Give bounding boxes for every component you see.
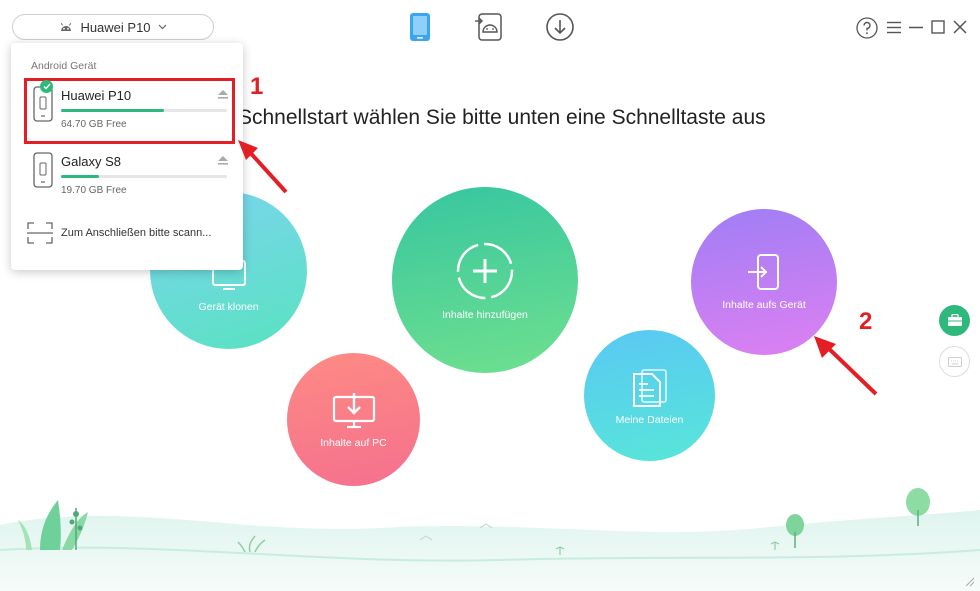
add-content-button[interactable]: Inhalte hinzufügen	[392, 187, 578, 373]
clone-device-label: Gerät klonen	[198, 300, 259, 313]
eject-icon[interactable]	[218, 156, 228, 165]
device-item-galaxy-s8[interactable]: Galaxy S8 19.70 GB Free	[27, 147, 232, 207]
add-content-label: Inhalte hinzufügen	[442, 309, 528, 321]
android-transfer-icon[interactable]	[474, 12, 506, 42]
connected-check-icon	[40, 80, 53, 93]
close-icon[interactable]	[953, 20, 967, 34]
scan-icon	[27, 222, 53, 244]
landscape-illustration	[0, 488, 980, 591]
storage-bar	[61, 175, 227, 178]
storage-bar	[61, 109, 227, 112]
to-device-icon	[748, 254, 779, 290]
selected-device-name: Huawei P10	[80, 19, 151, 35]
device-selector[interactable]: Huawei P10	[12, 14, 214, 40]
add-content-icon	[456, 242, 514, 300]
storage-bar-fill	[61, 109, 164, 112]
step-number-2: 2	[859, 308, 873, 335]
storage-bar-fill	[61, 175, 100, 178]
toolbox-icon	[947, 314, 962, 326]
content-to-pc-button[interactable]: Inhalte auf PC	[287, 353, 420, 486]
content-to-device-label: Inhalte aufs Gerät	[722, 299, 806, 311]
scan-to-connect[interactable]: Zum Anschließen bitte scann...	[27, 220, 232, 246]
download-icon[interactable]	[545, 12, 575, 42]
eject-icon[interactable]	[218, 90, 228, 99]
keyboard-icon	[947, 356, 962, 367]
dropdown-heading: Android Gerät	[31, 60, 97, 72]
scan-label: Zum Anschließen bitte scann...	[61, 227, 212, 239]
my-files-button[interactable]: Meine Dateien	[584, 330, 715, 461]
chevron-down-icon	[158, 24, 166, 30]
device-item-huawei-p10[interactable]: Huawei P10 64.70 GB Free	[24, 78, 235, 144]
maximize-icon[interactable]	[931, 20, 945, 34]
page-title: Schnellstart wählen Sie bitte unten eine…	[238, 106, 766, 129]
device-name: Galaxy S8	[61, 154, 121, 169]
toolbox-button[interactable]	[939, 305, 970, 336]
arrow-1-icon	[238, 140, 288, 194]
keyboard-button[interactable]	[939, 346, 970, 377]
android-icon	[61, 22, 72, 31]
phone-icon[interactable]	[409, 12, 431, 42]
free-space: 19.70 GB Free	[61, 185, 127, 196]
minimize-icon[interactable]	[909, 21, 923, 34]
free-space: 64.70 GB Free	[61, 119, 127, 130]
device-dropdown: Android Gerät Huawei P10 64.70 GB Free G…	[11, 43, 243, 270]
device-name: Huawei P10	[61, 88, 132, 103]
step-number-1: 1	[250, 73, 264, 100]
menu-icon[interactable]	[887, 21, 901, 34]
help-icon[interactable]	[856, 17, 878, 39]
phone-outline-icon	[33, 152, 53, 188]
files-icon	[632, 368, 667, 407]
arrow-2-icon	[814, 336, 878, 396]
to-pc-icon	[332, 392, 375, 428]
my-files-label: Meine Dateien	[615, 413, 684, 426]
content-to-pc-label: Inhalte auf PC	[320, 436, 387, 449]
